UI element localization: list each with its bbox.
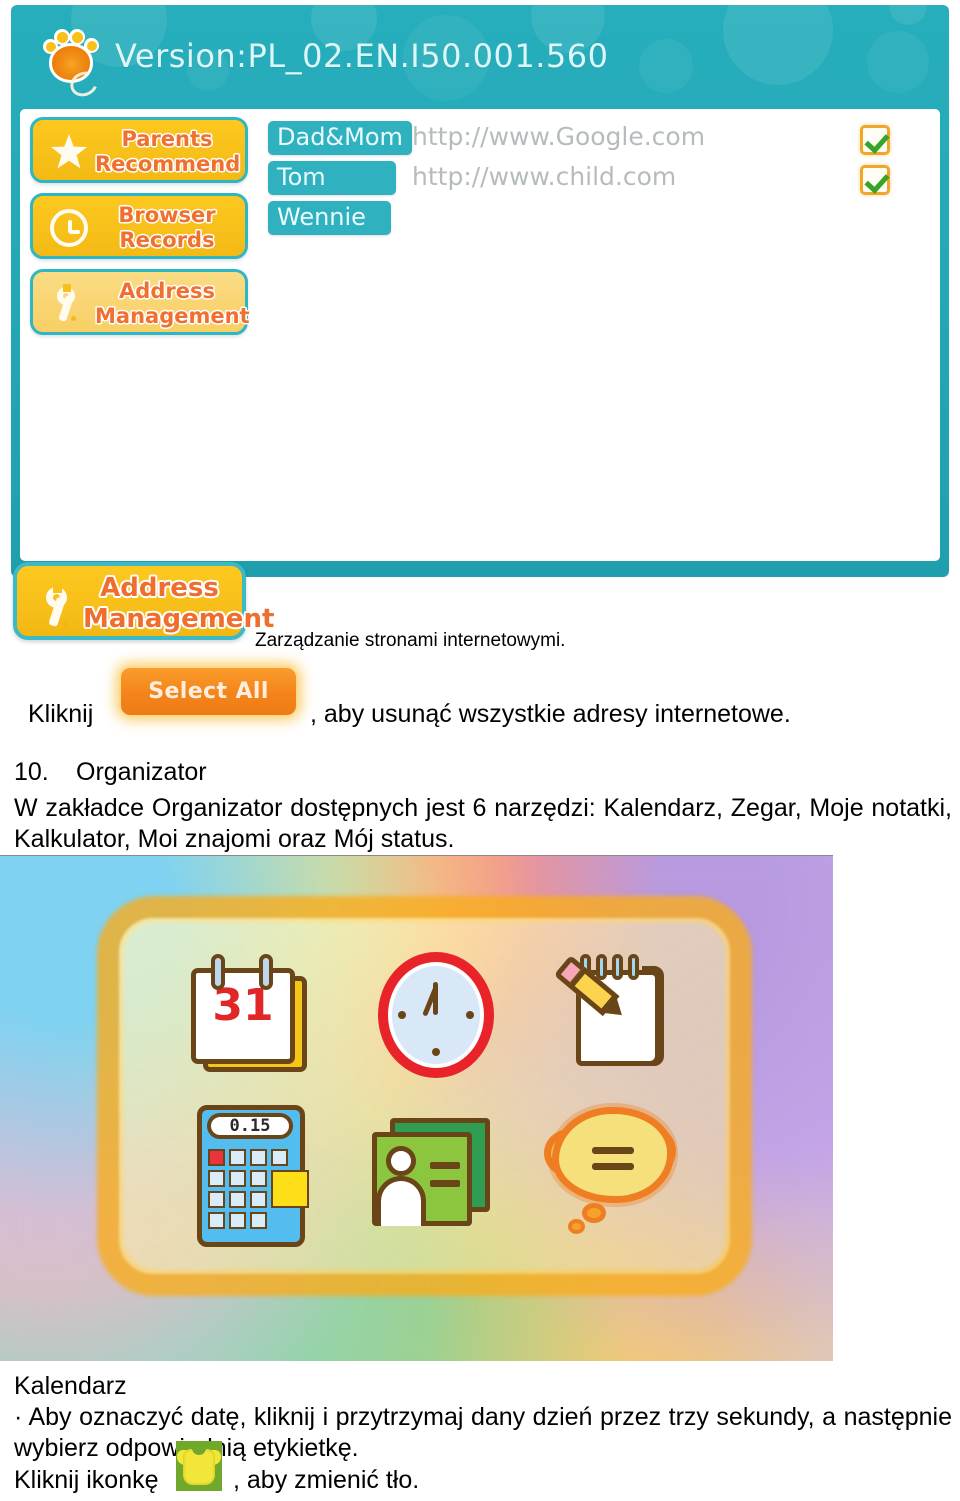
sidebar-item-address-management[interactable]: Address Management <box>30 269 250 335</box>
url-entry[interactable]: http://www.child.com <box>412 162 676 191</box>
notepad-icon <box>550 954 676 1076</box>
caption-manage-websites: Zarządzanie stronami internetowymi. <box>255 630 566 651</box>
section-number: 10. <box>14 758 49 786</box>
shirt-prefix: Kliknij ikonkę <box>14 1466 159 1494</box>
organizer-tool-grid: 31 0.15 <box>135 936 715 1266</box>
instruction-change-background: Kliknij ikonkę , aby zmienić tło. <box>14 1466 419 1495</box>
sidebar-label-line2: Recommend <box>95 152 241 176</box>
decor-bubble <box>867 31 929 93</box>
user-tab-dad-mom[interactable]: Dad&Mom <box>268 121 412 155</box>
kliknij-prefix: Kliknij <box>28 700 94 728</box>
version-label: Version:PL_02.EN.I50.001.560 <box>115 37 609 75</box>
star-icon <box>45 128 93 176</box>
calendar-icon: 31 <box>189 954 307 1074</box>
organizer-tool-contacts[interactable] <box>360 1104 510 1254</box>
subsection-title-kalendarz: Kalendarz <box>14 1372 127 1400</box>
user-tab-tom[interactable]: Tom <box>268 161 396 195</box>
section-title: Organizator <box>76 758 207 786</box>
url-entry[interactable]: http://www.Google.com <box>412 122 705 151</box>
inline-image-select-all-button[interactable]: Select All <box>121 668 296 715</box>
shirt-icon <box>176 1441 222 1491</box>
sidebar-item-parents-recommend[interactable]: Parents Recommend <box>30 117 248 183</box>
url-checkbox[interactable] <box>860 165 890 195</box>
status-icon <box>544 1107 686 1243</box>
section-paragraph: W zakładce Organizator dostępnych jest 6… <box>14 794 952 853</box>
instruction-click-select-all: Kliknij , aby usunąć wszystkie adresy in… <box>28 700 791 729</box>
sidebar-label-line2: Management <box>95 304 250 328</box>
wrench-icon <box>45 280 93 328</box>
clock-icon <box>45 204 93 252</box>
calendar-day-number: 31 <box>212 980 274 1031</box>
sidebar-label-line1: Browser <box>118 203 216 227</box>
decor-bubble <box>639 39 693 93</box>
bullet-paragraph: · Aby oznaczyć datę, kliknij i przytrzym… <box>14 1403 952 1462</box>
sidebar-label-line1: Address <box>119 279 215 303</box>
organizer-tool-clock[interactable] <box>360 946 510 1096</box>
wrench-icon <box>31 578 85 632</box>
inline-addr-line1: Address <box>100 573 219 603</box>
sidebar-label-line2: Records <box>119 228 215 252</box>
kliknij-suffix: , aby usunąć wszystkie adresy internetow… <box>310 700 791 728</box>
url-checkbox[interactable] <box>860 125 890 155</box>
organizer-tool-notes[interactable] <box>540 946 690 1096</box>
inline-addr-line2: Management <box>83 604 275 634</box>
organizer-tool-status[interactable] <box>540 1101 690 1251</box>
parental-control-screenshot: Version:PL_02.EN.I50.001.560 Parents Rec… <box>11 5 949 577</box>
calculator-icon: 0.15 <box>197 1105 309 1247</box>
paw-swirl-logo-icon <box>43 29 102 101</box>
user-tab-wennie[interactable]: Wennie <box>268 201 391 235</box>
organizer-screenshot: 31 0.15 <box>0 855 833 1361</box>
panel-body: Parents Recommend Browser Records Addres… <box>20 109 940 561</box>
inline-image-address-management-button[interactable]: Address Management <box>13 562 275 640</box>
calculator-display: 0.15 <box>229 1116 271 1136</box>
section-heading: 10. Organizator <box>14 758 207 787</box>
contacts-icon <box>368 1118 498 1228</box>
clock-icon <box>378 952 494 1078</box>
app-header: Version:PL_02.EN.I50.001.560 <box>11 5 949 109</box>
logo-pad <box>49 43 102 101</box>
sidebar-label-line1: Parents <box>121 127 213 151</box>
organizer-tool-calendar[interactable]: 31 <box>175 946 325 1096</box>
organizer-tool-calculator[interactable]: 0.15 <box>175 1101 325 1251</box>
shirt-suffix: , aby zmienić tło. <box>233 1466 420 1494</box>
decor-bubble <box>723 5 833 85</box>
decor-bubble <box>889 5 927 25</box>
sidebar-item-browser-records[interactable]: Browser Records <box>30 193 248 259</box>
